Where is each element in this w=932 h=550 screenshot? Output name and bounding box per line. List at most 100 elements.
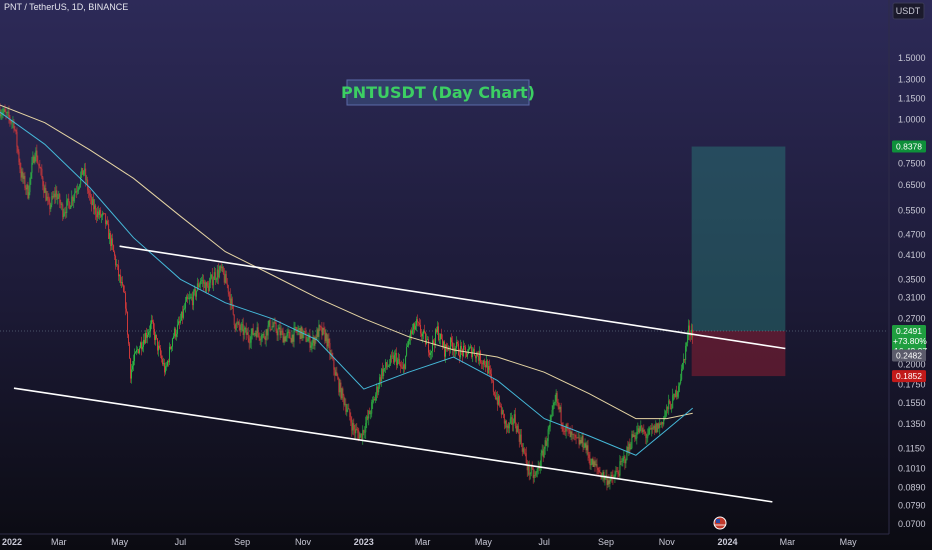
candle-body: [195, 290, 197, 297]
candle-body: [499, 405, 501, 407]
candle-body: [661, 421, 663, 425]
price-tick-label: 0.4100: [898, 250, 926, 260]
candle-body: [497, 396, 499, 405]
candle-body: [488, 366, 490, 370]
candle-body: [91, 197, 93, 205]
candle-body: [464, 346, 466, 352]
candle-body: [568, 429, 570, 430]
candle-body: [584, 443, 586, 448]
candle-body: [540, 452, 542, 467]
candle-body: [593, 461, 595, 467]
price-chart[interactable]: PNTUSDT (Day Chart) PNT / TetherUS, 1D, …: [0, 0, 932, 550]
candle-body: [583, 447, 585, 448]
stop-price-label: 0.1852: [896, 371, 922, 381]
price-tick-label: 0.5500: [898, 206, 926, 216]
candle-body: [664, 415, 666, 418]
candle-body: [483, 360, 485, 365]
candle-body: [179, 320, 181, 323]
candle-body: [172, 336, 174, 339]
candle-body: [666, 406, 668, 412]
candle-body: [16, 131, 18, 147]
candle-body: [194, 289, 196, 297]
us-flag-event-icon[interactable]: [713, 516, 727, 530]
candle-body: [143, 339, 144, 347]
candle-body: [337, 376, 339, 379]
candle-body: [445, 344, 446, 357]
candle-body: [496, 397, 498, 405]
candle-body: [433, 340, 434, 344]
candle-body: [649, 428, 651, 429]
candle-body: [310, 345, 312, 348]
candle-body: [130, 358, 132, 379]
candle-body: [104, 213, 106, 214]
stop-zone[interactable]: [691, 331, 786, 377]
candle-body: [326, 333, 328, 347]
candle-body: [505, 420, 507, 428]
candle-body: [420, 324, 422, 334]
candle-body: [44, 188, 46, 193]
candle-body: [19, 162, 21, 169]
candle-body: [286, 333, 288, 337]
target-zone[interactable]: [691, 146, 786, 332]
candle-body: [422, 333, 424, 337]
time-tick-label: Jul: [538, 537, 550, 547]
candle-body: [686, 342, 688, 346]
candle-body: [382, 368, 384, 377]
candle-body: [556, 392, 558, 402]
candle-body: [486, 360, 488, 374]
candle-body: [381, 368, 383, 382]
candle-body: [435, 329, 436, 346]
candle-body: [239, 327, 241, 331]
candle-body: [335, 372, 337, 376]
price-tick-label: 0.3100: [898, 293, 926, 303]
candle-body: [83, 170, 85, 175]
candle-body: [415, 325, 417, 330]
candle-body: [237, 322, 239, 324]
candle-body: [509, 418, 511, 423]
candle-body: [355, 428, 357, 434]
candle-body: [365, 422, 367, 433]
candle-body: [364, 432, 366, 433]
candle-body: [291, 334, 293, 343]
candle-body: [328, 338, 330, 344]
candle-body: [109, 233, 111, 239]
candle-body: [37, 161, 39, 164]
candle-body: [408, 340, 410, 346]
candle-body: [269, 320, 271, 330]
candle-body: [458, 355, 460, 358]
candle-body: [138, 349, 139, 354]
candle-body: [268, 320, 270, 326]
candle-body: [513, 414, 515, 423]
candle-body: [246, 332, 248, 335]
candle-body: [133, 361, 134, 366]
candle-body: [92, 199, 94, 205]
time-tick-label: Mar: [780, 537, 796, 547]
candle-body: [485, 360, 487, 368]
candle-body: [407, 345, 409, 347]
candle-body: [412, 329, 414, 334]
candle-body: [206, 282, 208, 286]
candle-body: [154, 328, 155, 341]
candle-body: [42, 177, 44, 187]
candle-body: [196, 283, 198, 291]
candle-body: [71, 196, 73, 206]
candle-body: [271, 326, 273, 330]
candle-body: [116, 264, 118, 266]
candle-body: [578, 437, 580, 445]
candle-body: [287, 331, 289, 334]
candle-body: [623, 456, 625, 458]
candle-body: [200, 280, 202, 282]
candle-body: [418, 322, 420, 323]
candle-body: [333, 359, 335, 370]
chart-root[interactable]: PNTUSDT (Day Chart) PNT / TetherUS, 1D, …: [0, 0, 932, 550]
candle-body: [603, 471, 605, 480]
candle-body: [342, 388, 344, 396]
candle-body: [157, 338, 158, 351]
candle-body: [205, 282, 207, 292]
candle-body: [361, 433, 363, 439]
candle-body: [59, 194, 61, 204]
candle-body: [158, 345, 159, 351]
price-tick-label: 1.0000: [898, 115, 926, 125]
candle-body: [351, 422, 353, 431]
candle-body: [283, 336, 285, 343]
